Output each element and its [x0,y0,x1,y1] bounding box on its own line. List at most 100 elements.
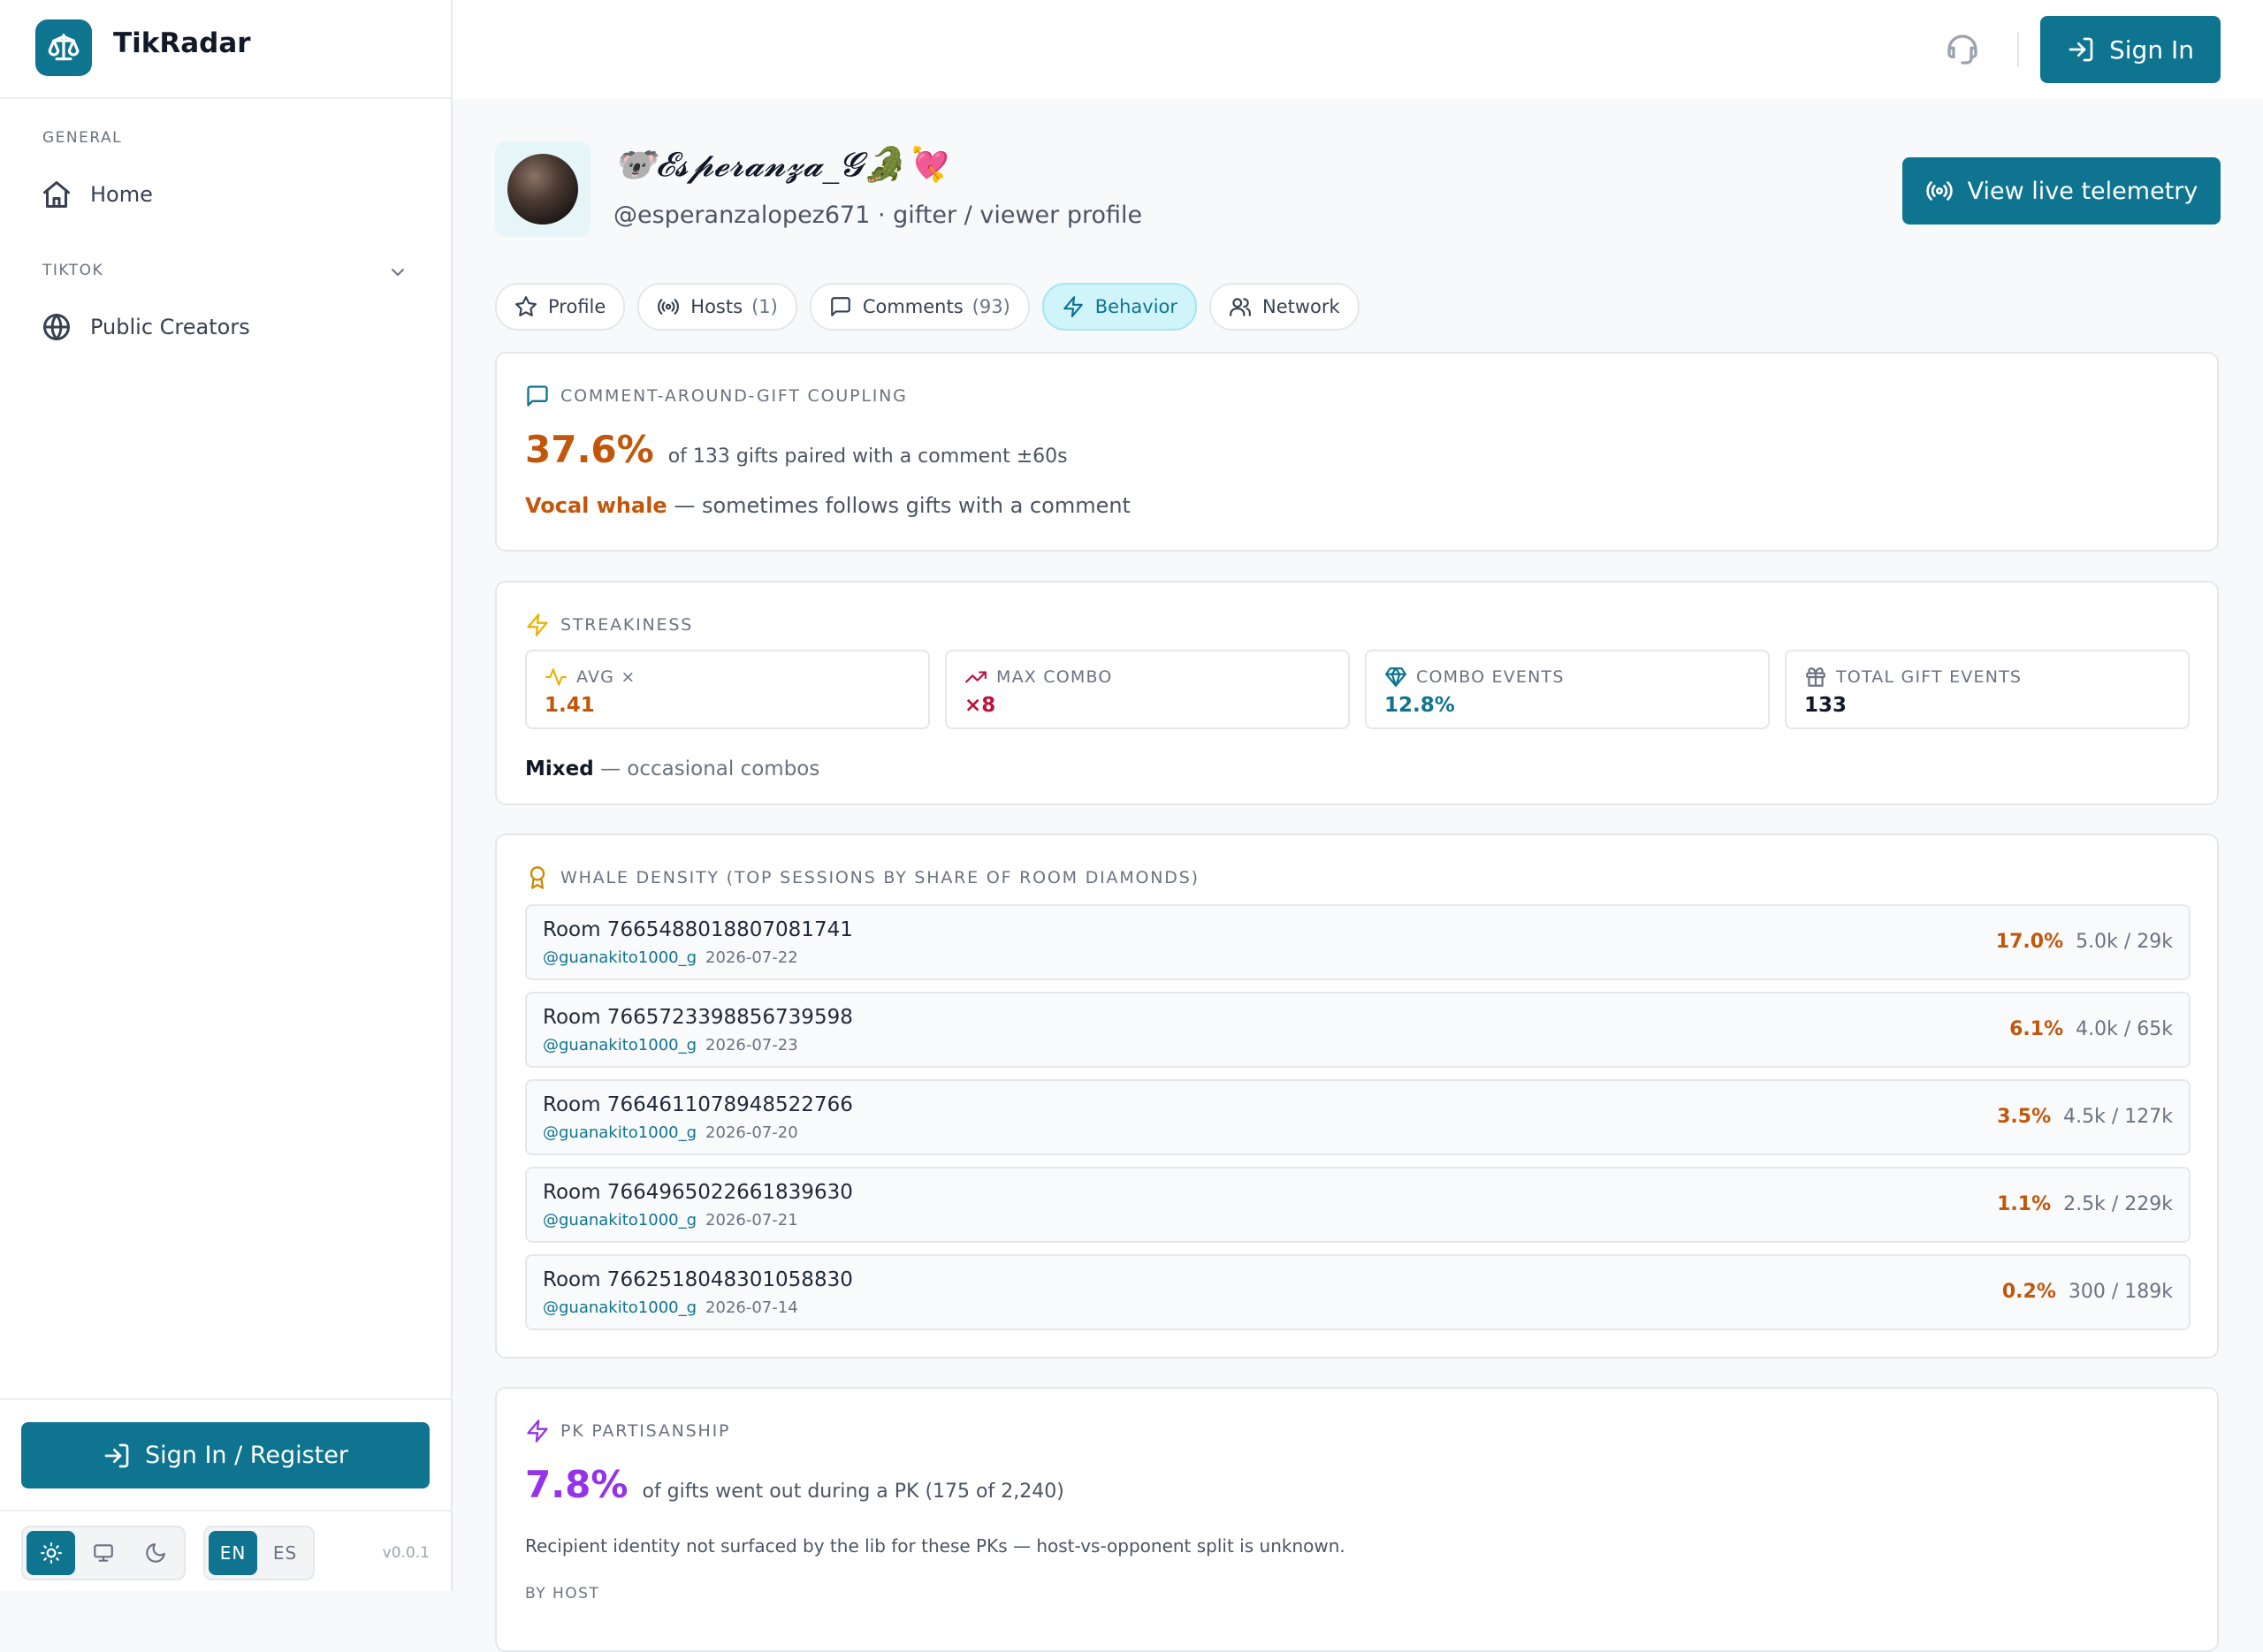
globe-icon [41,311,72,343]
streakiness-verdict: Mixed — occasional combos [525,757,819,780]
sign-in-register-label: Sign In / Register [145,1442,348,1469]
tab-comments[interactable]: Comments (93) [809,283,1030,331]
streakiness-verdict-label: Mixed [525,757,594,780]
tab-behavior[interactable]: Behavior [1041,283,1198,331]
room-host-link[interactable]: @guanakito1000_g [543,1123,697,1142]
card-title: COMMENT-AROUND-GIFT COUPLING [525,384,908,408]
sidebar-item-home[interactable]: Home [25,166,424,223]
tab-count: (1) [751,296,778,317]
room-host-link[interactable]: @guanakito1000_g [543,1036,697,1054]
room-name: Room 7665488018807081741 [543,918,853,941]
room-host-link[interactable]: @guanakito1000_g [543,948,697,967]
room-meta: @guanakito1000_g 2026-07-23 [543,1036,798,1054]
room-host-link[interactable]: @guanakito1000_g [543,1298,697,1317]
stat-label: COMBO EVENTS [1384,666,1565,689]
theme-dark-button[interactable] [132,1531,180,1575]
chevron-down-icon[interactable] [387,262,408,283]
tab-hosts[interactable]: Hosts (1) [637,283,797,331]
room-diamond-ratio: 5.0k / 29k [2076,931,2173,953]
tab-label: Profile [548,296,606,317]
room-diamond-ratio: 2.5k / 229k [2063,1193,2173,1215]
coupling-verdict-label: Vocal whale [525,493,667,518]
card-title-text: WHALE DENSITY (TOP SESSIONS BY SHARE OF … [560,868,1200,887]
room-share: 1.1% 2.5k / 229k [1997,1193,2173,1215]
room-share: 17.0% 5.0k / 29k [1996,931,2173,953]
stat-label: AVG × [545,666,636,689]
headset-icon[interactable] [1945,32,1980,67]
lang-es-button[interactable]: ES [261,1531,309,1575]
language-switcher: EN ES [203,1526,315,1580]
room-share: 6.1% 4.0k / 65k [2009,1018,2173,1040]
room-meta: @guanakito1000_g 2026-07-22 [543,948,798,967]
card-title-text: PK PARTISANSHIP [560,1421,731,1441]
stat-value: 133 [1804,694,1848,717]
tab-label: Comments [862,296,964,317]
room-host-link[interactable]: @guanakito1000_g [543,1211,697,1229]
stat-value: 12.8% [1384,694,1455,717]
whale-density-card: WHALE DENSITY (TOP SESSIONS BY SHARE OF … [495,834,2219,1359]
room-date: 2026-07-21 [705,1211,798,1229]
room-name: Room 7662518048301058830 [543,1268,853,1291]
room-diamond-ratio: 300 / 189k [2068,1281,2173,1303]
room-date: 2026-07-23 [705,1036,798,1054]
sidebar-item-public-creators[interactable]: Public Creators [25,299,424,355]
stat-total-gift-events: TOTAL GIFT EVENTS 133 [1785,650,2190,729]
tab-count: (93) [971,296,1010,317]
award-icon [525,865,550,890]
room-row[interactable]: Room 7664965022661839630 @guanakito1000_… [525,1167,2191,1243]
card-title-text: COMMENT-AROUND-GIFT COUPLING [560,386,908,406]
stat-value: ×8 [964,694,996,717]
avatar-photo [507,154,578,225]
profile-handle: @esperanzalopez671 · gifter / viewer pro… [613,202,1143,229]
sign-in-button[interactable]: Sign In [2040,16,2221,83]
room-row[interactable]: Room 7662518048301058830 @guanakito1000_… [525,1254,2191,1330]
scale-icon[interactable] [35,19,92,76]
room-row[interactable]: Room 7665488018807081741 @guanakito1000_… [525,904,2191,980]
room-row[interactable]: Room 7664611078948522766 @guanakito1000_… [525,1079,2191,1155]
stat-label-text: TOTAL GIFT EVENTS [1836,667,2023,687]
pk-note: Recipient identity not surfaced by the l… [525,1535,1345,1557]
streakiness-verdict-detail: — occasional combos [593,757,820,780]
room-date: 2026-07-14 [705,1298,798,1317]
theme-light-button[interactable] [27,1531,76,1575]
stat-label-text: COMBO EVENTS [1416,667,1565,687]
room-share-pct: 3.5% [1997,1106,2052,1128]
users-icon [1229,295,1252,318]
streakiness-card: STREAKINESS AVG × 1.41 MAX COMBO ×8 COMB… [495,581,2219,805]
zap-icon [525,1419,550,1443]
tab-label: Behavior [1094,296,1178,317]
divider [2017,32,2019,67]
avatar [495,141,591,237]
room-share-pct: 0.2% [2001,1281,2056,1303]
room-row[interactable]: Room 7665723398856739598 @guanakito1000_… [525,992,2191,1068]
coupling-card: COMMENT-AROUND-GIFT COUPLING 37.6% of 13… [495,352,2219,552]
zap-icon [525,613,550,637]
view-live-telemetry-label: View live telemetry [1967,177,2198,205]
room-share-pct: 6.1% [2009,1018,2064,1040]
app-root: TikRadar GENERAL Home TIKTOK Public Crea… [0,0,2263,1652]
sign-in-register-button[interactable]: Sign In / Register [21,1422,430,1488]
card-title: STREAKINESS [525,613,693,637]
tab-profile[interactable]: Profile [495,283,626,331]
pk-detail: of gifts went out during a PK (175 of 2,… [642,1481,1064,1503]
room-meta: @guanakito1000_g 2026-07-14 [543,1298,798,1317]
tab-network[interactable]: Network [1209,283,1360,331]
stat-label-text: AVG × [576,667,636,687]
card-title: WHALE DENSITY (TOP SESSIONS BY SHARE OF … [525,865,1200,890]
stat-combo-events: COMBO EVENTS 12.8% [1365,650,1770,729]
stat-label-text: MAX COMBO [996,667,1113,687]
zap-icon [1062,295,1085,318]
card-title-text: STREAKINESS [560,615,694,635]
sidebar-item-label: Home [90,182,153,207]
divider [0,1510,451,1511]
theme-system-button[interactable] [79,1531,127,1575]
room-share-pct: 1.1% [1997,1193,2052,1215]
lang-en-button[interactable]: EN [209,1531,257,1575]
sidebar-footer: Sign In / Register EN ES v0.0.1 [0,1398,451,1593]
sidebar: TikRadar GENERAL Home TIKTOK Public Crea… [0,0,453,1591]
room-share: 3.5% 4.5k / 127k [1997,1106,2173,1128]
home-icon [41,179,72,210]
view-live-telemetry-button[interactable]: View live telemetry [1902,157,2221,225]
app-name[interactable]: TikRadar [113,27,251,59]
profile-tabs: Profile Hosts (1) Comments (93) Behavior… [495,283,1372,331]
